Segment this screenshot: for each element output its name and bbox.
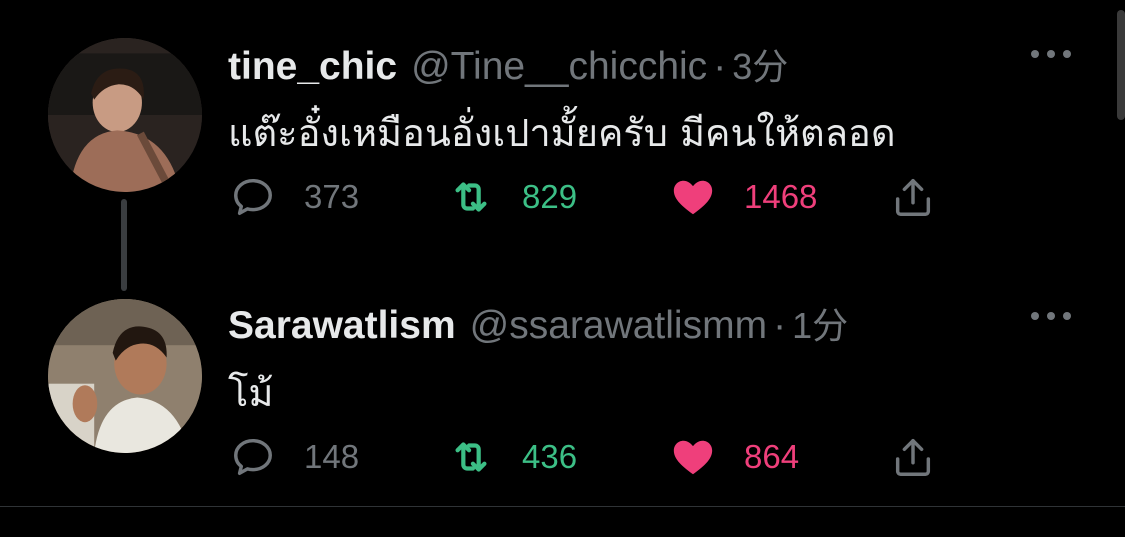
action-bar: 148 436 864: [230, 434, 950, 480]
timestamp[interactable]: 3分: [732, 38, 788, 90]
retweet-icon: [455, 442, 487, 472]
share-icon: [895, 438, 931, 476]
share-button[interactable]: [890, 174, 936, 220]
action-bar: 373 829 1468: [230, 174, 950, 220]
like-count: 864: [744, 438, 800, 475]
reply-icon: [234, 178, 272, 216]
reply-icon: [234, 438, 272, 476]
tweet-header: tine_chic @Tine__chicchic · 3分: [228, 38, 788, 88]
display-name[interactable]: Sarawatlism: [228, 304, 456, 348]
share-button[interactable]: [890, 434, 936, 480]
avatar[interactable]: [48, 299, 202, 453]
more-icon[interactable]: [1031, 306, 1073, 326]
separator: ·: [713, 45, 727, 88]
reply-count: 148: [304, 438, 360, 475]
user-handle[interactable]: @Tine__chicchic: [411, 45, 707, 89]
retweet-icon: [455, 182, 487, 212]
reply-button[interactable]: 373: [230, 174, 359, 220]
share-icon: [895, 178, 931, 216]
tweet-text: แต๊ะอั๋งเหมือนอั่งเปามั้ยครับ มีคนให้ตลอ…: [228, 111, 896, 155]
avatar[interactable]: [48, 38, 202, 192]
user-handle[interactable]: @ssarawatlismm: [470, 304, 767, 348]
tweet-text: โม้: [228, 371, 274, 415]
divider: [0, 506, 1125, 507]
retweet-count: 829: [522, 178, 578, 215]
timestamp[interactable]: 1分: [792, 297, 848, 349]
more-icon[interactable]: [1031, 44, 1073, 64]
tweet-2[interactable]: Sarawatlism @ssarawatlismm · 1分 โม้ 148 …: [0, 260, 1125, 522]
like-button[interactable]: 864: [670, 434, 799, 480]
like-count: 1468: [744, 178, 818, 215]
like-icon: [673, 440, 713, 475]
tweet-1[interactable]: tine_chic @Tine__chicchic · 3分 แต๊ะอั๋งเ…: [0, 0, 1125, 291]
retweet-count: 436: [522, 438, 578, 475]
like-icon: [673, 180, 713, 215]
retweet-button[interactable]: 436: [448, 434, 577, 480]
separator: ·: [773, 304, 787, 347]
display-name[interactable]: tine_chic: [228, 45, 397, 89]
like-button[interactable]: 1468: [670, 174, 817, 220]
reply-count: 373: [304, 178, 360, 215]
reply-button[interactable]: 148: [230, 434, 359, 480]
tweet-header: Sarawatlism @ssarawatlismm · 1分: [228, 297, 848, 347]
retweet-button[interactable]: 829: [448, 174, 577, 220]
